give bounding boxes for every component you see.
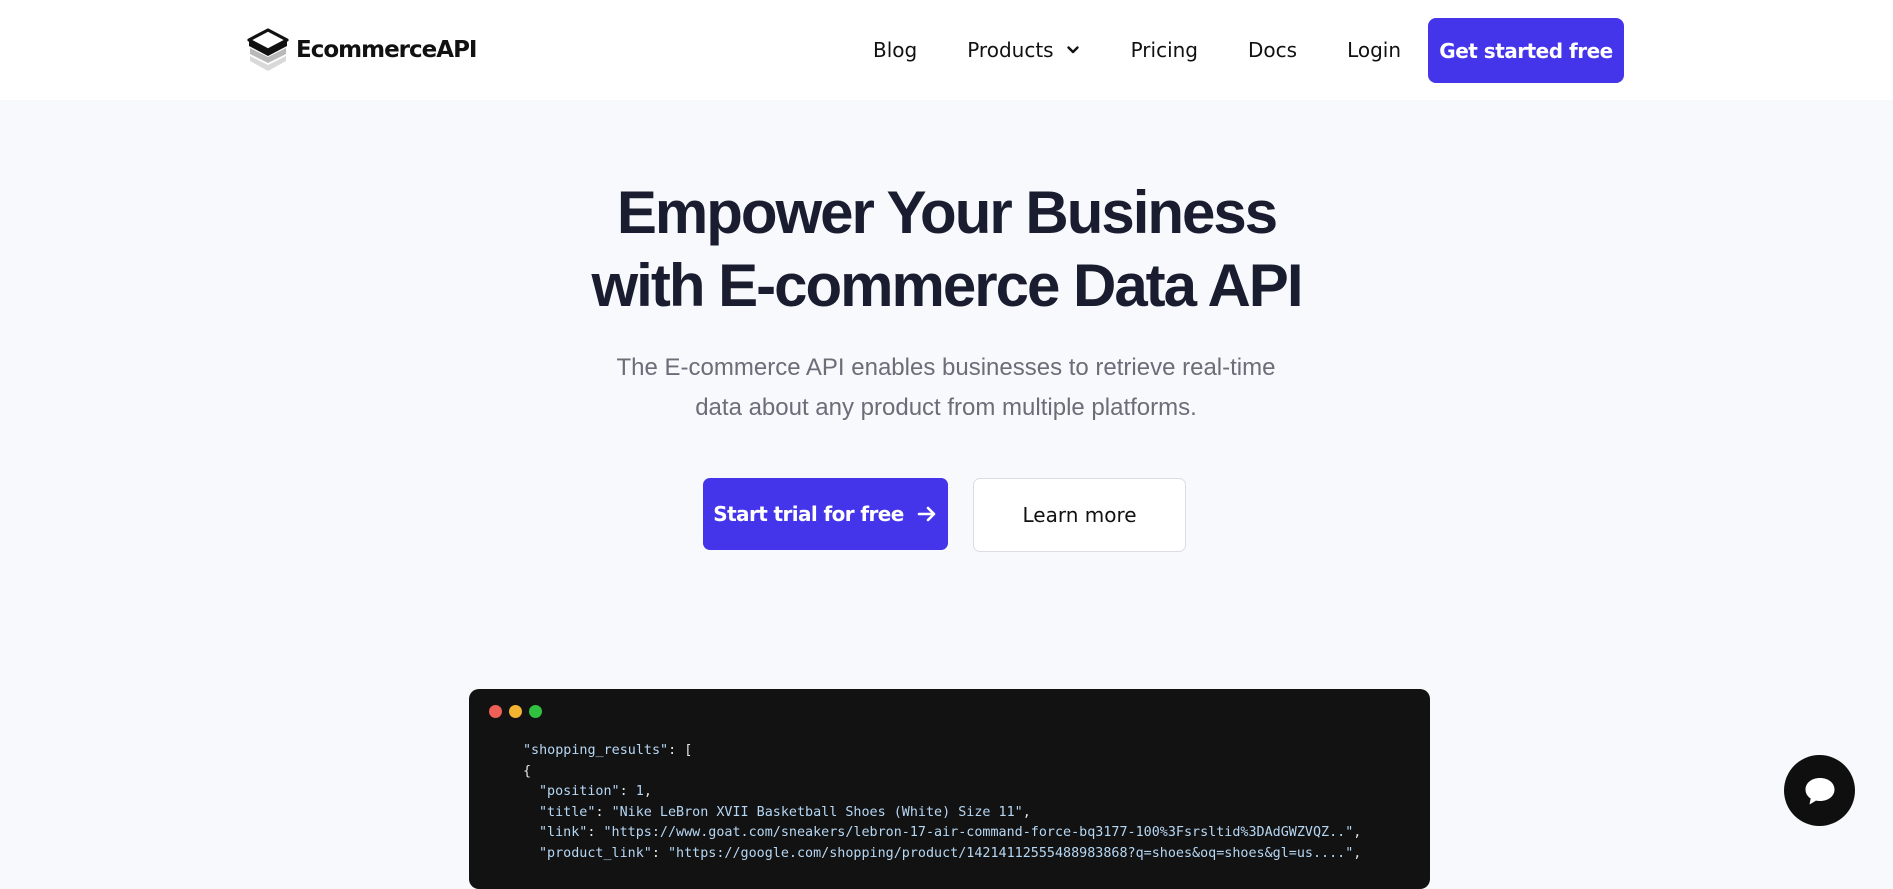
code-separator: :: [595, 804, 612, 820]
close-dot: [489, 705, 502, 718]
maximize-dot: [529, 705, 542, 718]
start-trial-label: Start trial for free: [713, 502, 904, 526]
code-line: {: [523, 762, 1423, 783]
code-sample-window: "shopping_results": [{"position": 1, "tit…: [469, 689, 1430, 889]
brand-name: EcommerceAPI: [296, 37, 477, 63]
window-controls: [489, 705, 542, 718]
code-separator: :: [651, 845, 668, 861]
code-value: 1: [635, 784, 644, 799]
top-navbar: EcommerceAPI Blog Products Pricing Docs …: [0, 0, 1893, 100]
code-key: "shopping_results": [523, 743, 669, 758]
code-value: [: [684, 743, 693, 758]
code-line: "product_link": "https://google.com/shop…: [523, 844, 1423, 865]
nav-pricing-link[interactable]: Pricing: [1131, 38, 1198, 62]
arrow-right-icon: [917, 506, 936, 522]
code-separator: :: [587, 825, 604, 840]
code-line: "shopping_results": [: [523, 741, 1423, 762]
code-line: "link": "https://www.goat.com/sneakers/l…: [523, 823, 1423, 844]
minimize-dot: [509, 705, 522, 718]
code-key: "title": [539, 804, 596, 820]
code-value: "https://google.com/shopping/product/142…: [668, 845, 1354, 861]
get-started-button[interactable]: Get started free: [1428, 18, 1624, 83]
hero-title-line1: Empower Your Business: [616, 179, 1278, 246]
learn-more-button[interactable]: Learn more: [973, 478, 1186, 552]
nav-docs-link[interactable]: Docs: [1248, 38, 1297, 62]
chevron-down-icon: [1066, 46, 1079, 54]
code-value: "Nike LeBron XVII Basketball Shoes (Whit…: [611, 804, 1023, 820]
chat-widget-button[interactable]: [1784, 755, 1855, 826]
code-punctuation: ,: [1022, 804, 1031, 820]
main-nav: Blog Products Pricing Docs Login: [873, 34, 1401, 66]
nav-products-label: Products: [967, 38, 1054, 62]
nav-blog-link[interactable]: Blog: [873, 38, 917, 62]
code-key: "product_link": [539, 845, 652, 861]
code-key: "position": [539, 784, 620, 799]
hero-subtitle-line2: data about any product from multiple pla…: [695, 394, 1197, 421]
json-code-block: "shopping_results": [{"position": 1, "tit…: [523, 741, 1423, 864]
code-punctuation: ,: [1353, 825, 1362, 840]
code-separator: :: [619, 784, 636, 799]
start-trial-button[interactable]: Start trial for free: [703, 478, 948, 550]
code-separator: :: [668, 743, 685, 758]
code-key: "link": [539, 825, 588, 840]
nav-products-dropdown[interactable]: Products: [967, 38, 1079, 62]
hero-subtitle: The E-commerce API enables businesses to…: [596, 348, 1296, 428]
hero-subtitle-line1: The E-commerce API enables businesses to…: [616, 354, 1276, 381]
hero-title-line2: with E-commerce Data API: [591, 252, 1304, 319]
code-punctuation: ,: [1353, 845, 1362, 861]
code-punctuation: ,: [643, 784, 652, 799]
code-value: {: [523, 763, 532, 779]
stacked-layers-icon: [247, 28, 289, 71]
nav-login-link[interactable]: Login: [1347, 38, 1401, 62]
code-line: "position": 1,: [523, 782, 1423, 803]
brand-logo[interactable]: EcommerceAPI: [246, 27, 477, 73]
hero-title: Empower Your Business with E-commerce Da…: [0, 176, 1893, 322]
code-line: "title": "Nike LeBron XVII Basketball Sh…: [523, 803, 1423, 824]
code-value: "https://www.goat.com/sneakers/lebron-17…: [603, 825, 1354, 840]
chat-bubble-icon: [1805, 777, 1834, 804]
